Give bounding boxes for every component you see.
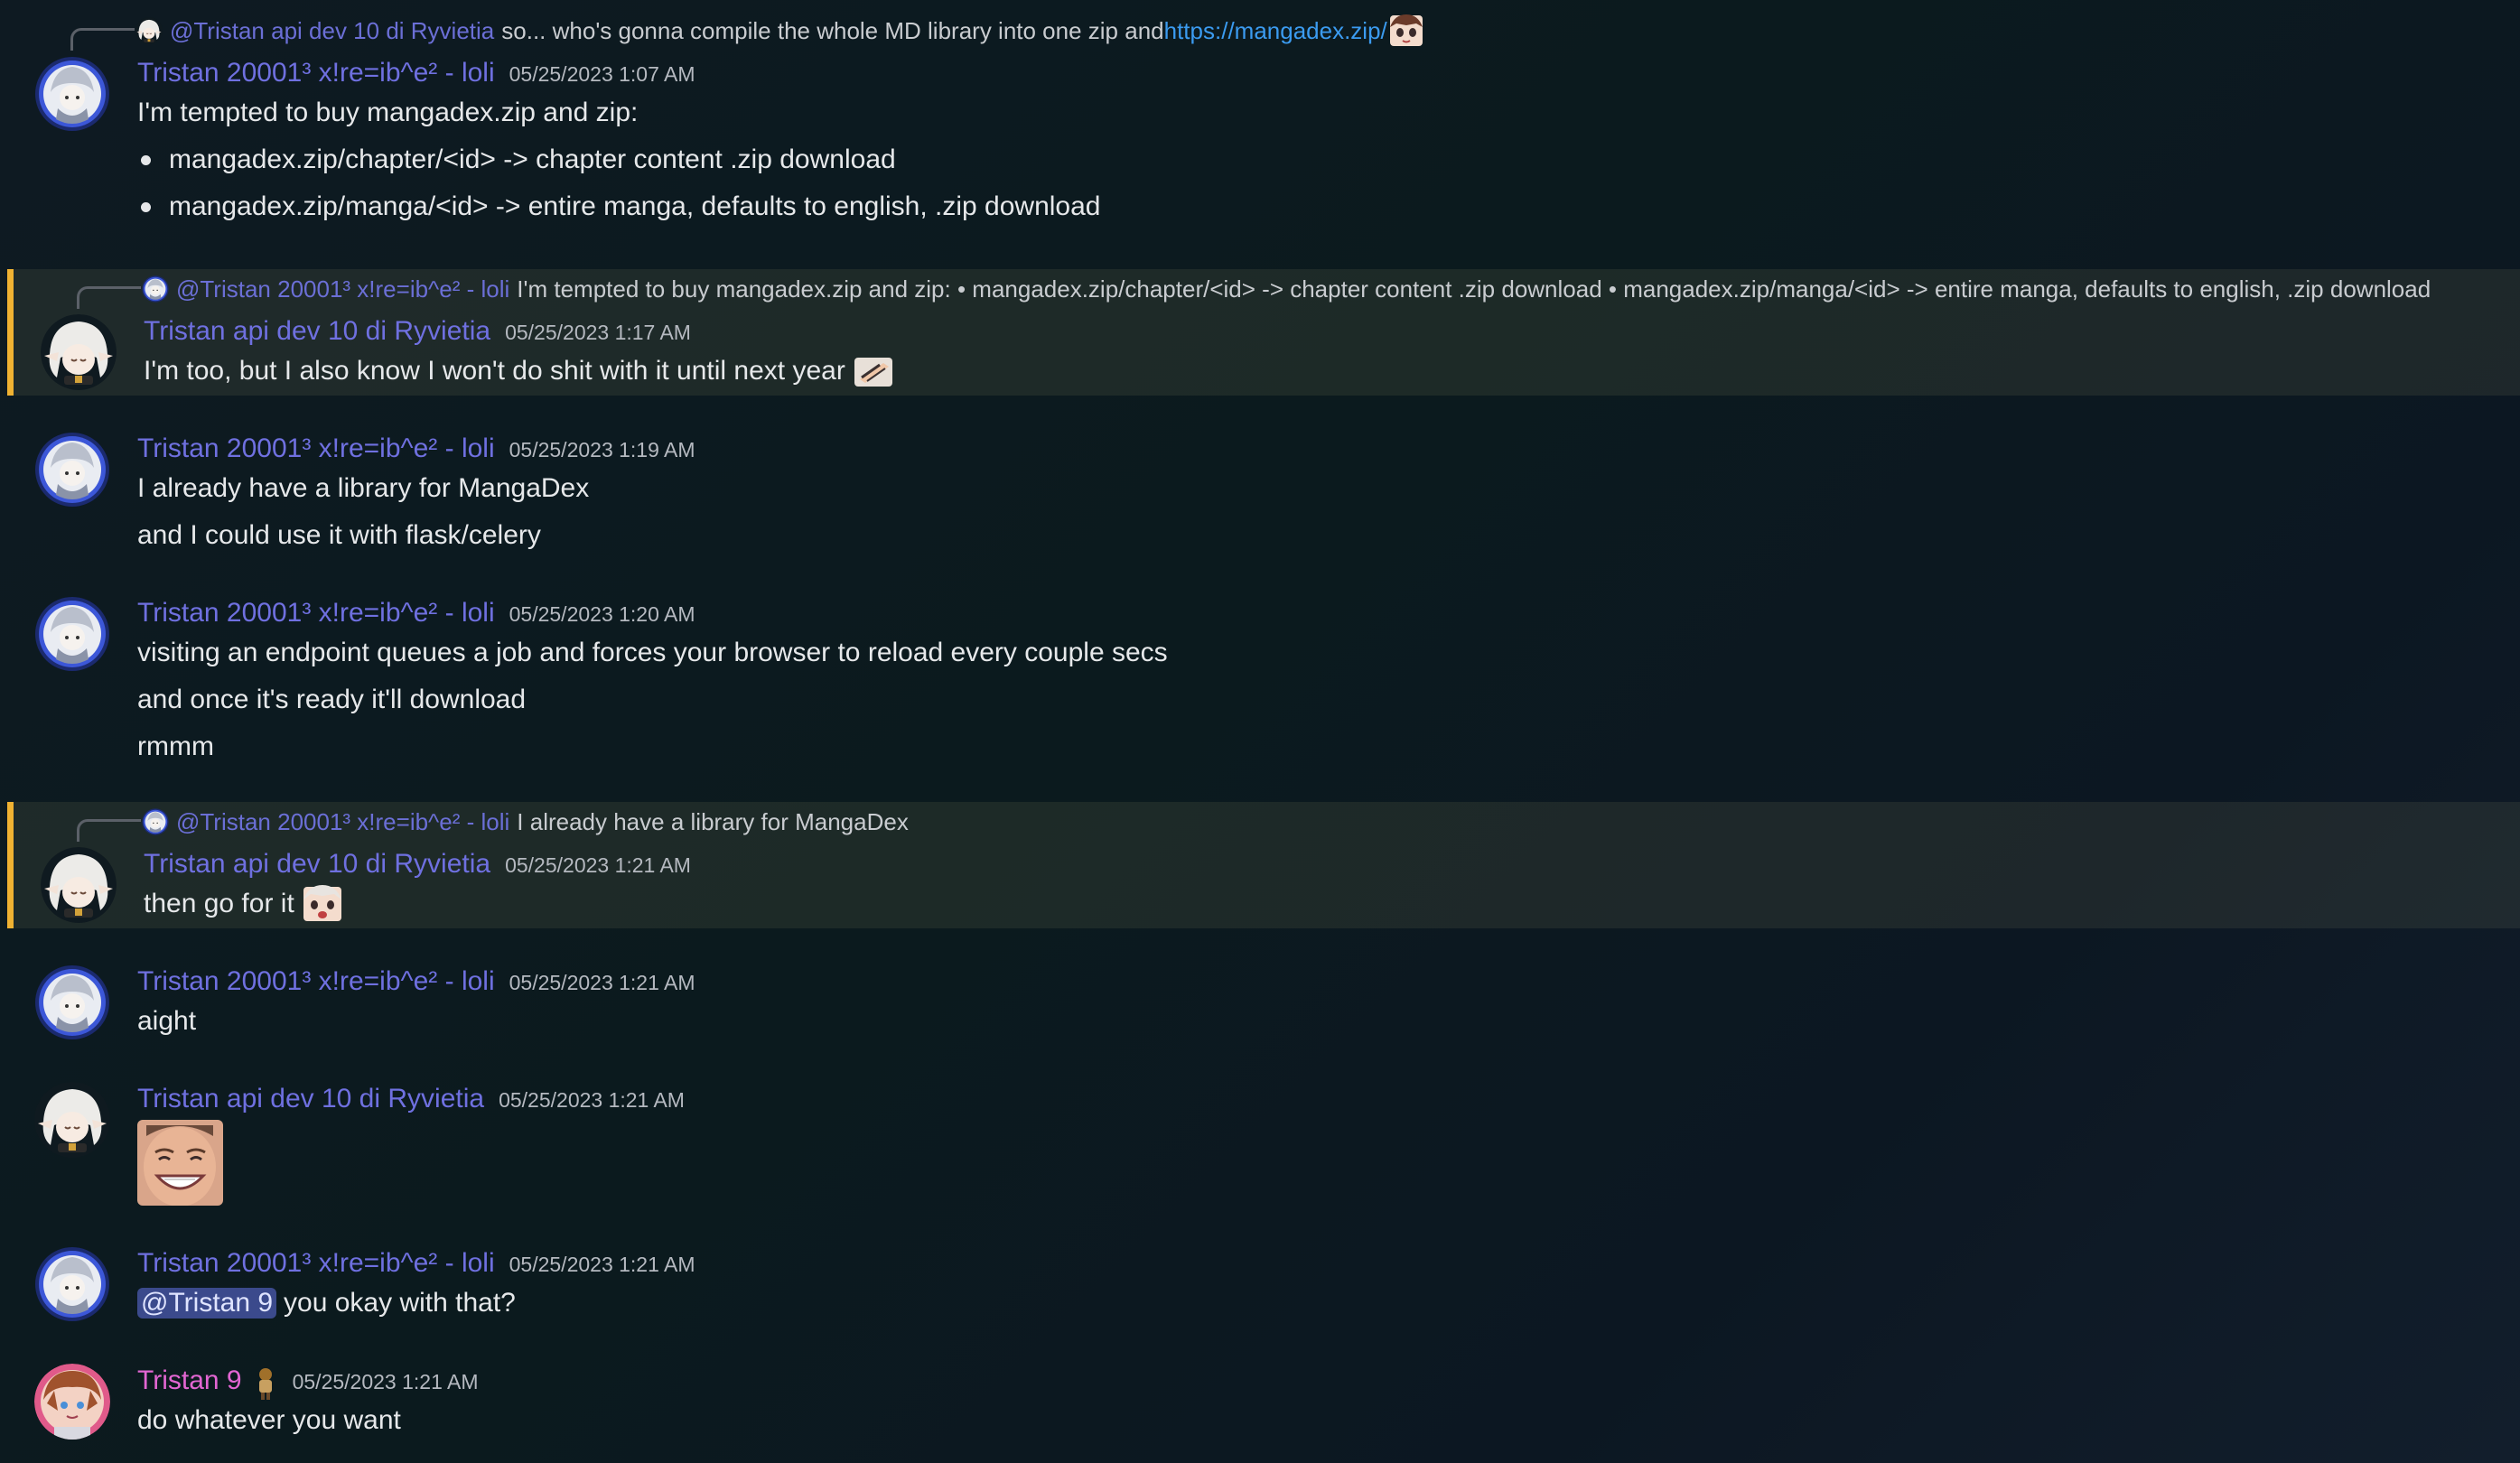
message-text: and once it's ready it'll download bbox=[137, 685, 526, 715]
message-line: rmmm bbox=[137, 732, 214, 761]
image-attachment[interactable] bbox=[137, 1120, 223, 1206]
message-4: Tristan 20001³ x!re=ib^e² - loli 05/25/2… bbox=[0, 589, 2520, 778]
timestamp: 05/25/2023 1:20 AM bbox=[509, 602, 695, 626]
message-text: I'm too, but I also know I won't do shit… bbox=[144, 352, 894, 390]
timestamp: 05/25/2023 1:07 AM bbox=[509, 62, 695, 86]
reply-connector bbox=[77, 819, 141, 842]
bullet-item: mangadex.zip/manga/<id> -> entire manga,… bbox=[137, 191, 1100, 222]
user-avatar[interactable] bbox=[34, 1364, 110, 1440]
blue-ring-avatar-icon bbox=[34, 432, 110, 508]
hand-emoji-icon bbox=[854, 358, 892, 387]
username[interactable]: Tristan 9 bbox=[137, 1365, 242, 1396]
message-line: and I could use it with flask/celery bbox=[137, 520, 541, 550]
user-avatar[interactable] bbox=[41, 847, 117, 923]
message-line: you okay with that? bbox=[284, 1288, 516, 1318]
bullet-item: mangadex.zip/chapter/<id> -> chapter con… bbox=[137, 144, 896, 175]
message-8: Tristan 20001³ x!re=ib^e² - loli 05/25/2… bbox=[0, 1239, 2520, 1338]
message-text: then go for it bbox=[144, 885, 343, 923]
reply-link[interactable]: https://mangadex.zip/ bbox=[1164, 17, 1387, 45]
laughing-face-image-icon bbox=[137, 1120, 223, 1206]
username[interactable]: Tristan 20001³ x!re=ib^e² - loli bbox=[137, 58, 495, 89]
message-text: do whatever you want bbox=[137, 1405, 401, 1436]
blue-ring-avatar-icon bbox=[34, 56, 110, 132]
white-haired-girl-avatar-icon bbox=[34, 1082, 110, 1158]
reply-avatar-icon bbox=[135, 17, 163, 44]
message-line: I'm too, but I also know I won't do shit… bbox=[144, 356, 845, 386]
reply-preview[interactable]: @Tristan 20001³ x!re=ib^e² - loli I'm te… bbox=[142, 273, 2431, 305]
white-haired-girl-avatar-icon bbox=[41, 847, 117, 923]
anime-face-emoji-icon bbox=[303, 885, 341, 921]
timestamp: 05/25/2023 1:21 AM bbox=[509, 971, 695, 994]
message-text: I already have a library for MangaDex bbox=[137, 473, 589, 504]
username[interactable]: Tristan 20001³ x!re=ib^e² - loli bbox=[137, 1248, 495, 1279]
user-mention[interactable]: @Tristan 9 bbox=[137, 1288, 277, 1319]
user-avatar[interactable] bbox=[34, 56, 110, 132]
timestamp: 05/25/2023 1:19 AM bbox=[509, 438, 695, 461]
message-line: I already have a library for MangaDex bbox=[137, 473, 590, 503]
message-7: Tristan api dev 10 di Ryvietia 05/25/202… bbox=[0, 1075, 2520, 1219]
bullet-icon bbox=[141, 154, 151, 165]
message-text: visiting an endpoint queues a job and fo… bbox=[137, 638, 1168, 668]
timestamp: 05/25/2023 1:21 AM bbox=[509, 1253, 695, 1276]
reply-preview[interactable]: @Tristan api dev 10 di Ryvietia so... wh… bbox=[135, 14, 1423, 47]
timestamp: 05/25/2023 1:17 AM bbox=[505, 321, 691, 344]
message-line: and once it's ready it'll download bbox=[137, 685, 527, 714]
username[interactable]: Tristan api dev 10 di Ryvietia bbox=[144, 316, 490, 347]
reply-username[interactable]: @Tristan api dev 10 di Ryvietia bbox=[170, 17, 494, 45]
message-line: aight bbox=[137, 1006, 197, 1036]
blue-ring-avatar-icon bbox=[34, 1246, 110, 1322]
message-3: Tristan 20001³ x!re=ib^e² - loli 05/25/2… bbox=[0, 424, 2520, 569]
reply-preview[interactable]: @Tristan 20001³ x!re=ib^e² - loli I alre… bbox=[142, 806, 909, 838]
message-6: Tristan 20001³ x!re=ib^e² - loli 05/25/2… bbox=[0, 957, 2520, 1057]
bullet-text: mangadex.zip/chapter/<id> -> chapter con… bbox=[169, 144, 896, 174]
blue-ring-avatar-icon bbox=[34, 596, 110, 672]
message-line: visiting an endpoint queues a job and fo… bbox=[137, 638, 1168, 667]
message-text: aight bbox=[137, 1006, 196, 1037]
user-avatar[interactable] bbox=[34, 1082, 110, 1158]
reply-connector bbox=[77, 286, 141, 309]
bullet-text: mangadex.zip/manga/<id> -> entire manga,… bbox=[169, 191, 1101, 221]
reply-avatar-icon bbox=[142, 808, 169, 835]
message-2: @Tristan 20001³ x!re=ib^e² - loli I'm te… bbox=[7, 269, 2520, 396]
username[interactable]: Tristan 20001³ x!re=ib^e² - loli bbox=[137, 433, 495, 464]
message-line: I'm tempted to buy mangadex.zip and zip: bbox=[137, 98, 639, 127]
username[interactable]: Tristan api dev 10 di Ryvietia bbox=[137, 1084, 484, 1114]
user-avatar[interactable] bbox=[34, 596, 110, 672]
reply-username[interactable]: @Tristan 20001³ x!re=ib^e² - loli bbox=[176, 808, 509, 836]
message-text: and I could use it with flask/celery bbox=[137, 520, 541, 551]
chat-log: @Tristan api dev 10 di Ryvietia so... wh… bbox=[0, 0, 2520, 1463]
message-line: do whatever you want bbox=[137, 1405, 401, 1435]
message-1: @Tristan api dev 10 di Ryvietia so... wh… bbox=[0, 0, 2520, 248]
username[interactable]: Tristan api dev 10 di Ryvietia bbox=[144, 849, 490, 880]
user-avatar[interactable] bbox=[34, 964, 110, 1040]
timestamp: 05/25/2023 1:21 AM bbox=[499, 1088, 685, 1112]
anime-face-emoji-icon bbox=[1389, 14, 1423, 46]
username[interactable]: Tristan 20001³ x!re=ib^e² - loli bbox=[137, 598, 495, 629]
message-9: Tristan 9 05/25/2023 1:21 AM do whatever… bbox=[0, 1356, 2520, 1463]
reply-username[interactable]: @Tristan 20001³ x!re=ib^e² - loli bbox=[176, 275, 509, 303]
message-text: I'm tempted to buy mangadex.zip and zip: bbox=[137, 98, 638, 128]
pink-avatar-icon bbox=[34, 1364, 110, 1440]
user-avatar[interactable] bbox=[41, 314, 117, 390]
message-5: @Tristan 20001³ x!re=ib^e² - loli I alre… bbox=[7, 802, 2520, 928]
user-avatar[interactable] bbox=[34, 432, 110, 508]
reply-text: I already have a library for MangaDex bbox=[517, 807, 909, 835]
white-haired-girl-avatar-icon bbox=[41, 314, 117, 390]
bullet-icon bbox=[141, 201, 151, 212]
username[interactable]: Tristan 20001³ x!re=ib^e² - loli bbox=[137, 966, 495, 997]
message-text: rmmm bbox=[137, 732, 214, 762]
blue-ring-avatar-icon bbox=[34, 964, 110, 1040]
message-line: then go for it bbox=[144, 889, 294, 918]
user-avatar[interactable] bbox=[34, 1246, 110, 1322]
reply-avatar-icon bbox=[142, 275, 169, 303]
timestamp: 05/25/2023 1:21 AM bbox=[292, 1370, 479, 1393]
character-badge-icon bbox=[258, 1368, 272, 1400]
reply-text: so... who's gonna compile the whole MD l… bbox=[501, 16, 1164, 44]
timestamp: 05/25/2023 1:21 AM bbox=[505, 853, 691, 877]
message-text: @Tristan 9 you okay with that? bbox=[137, 1288, 516, 1319]
reply-text: I'm tempted to buy mangadex.zip and zip:… bbox=[517, 275, 2431, 303]
reply-connector bbox=[70, 28, 135, 51]
